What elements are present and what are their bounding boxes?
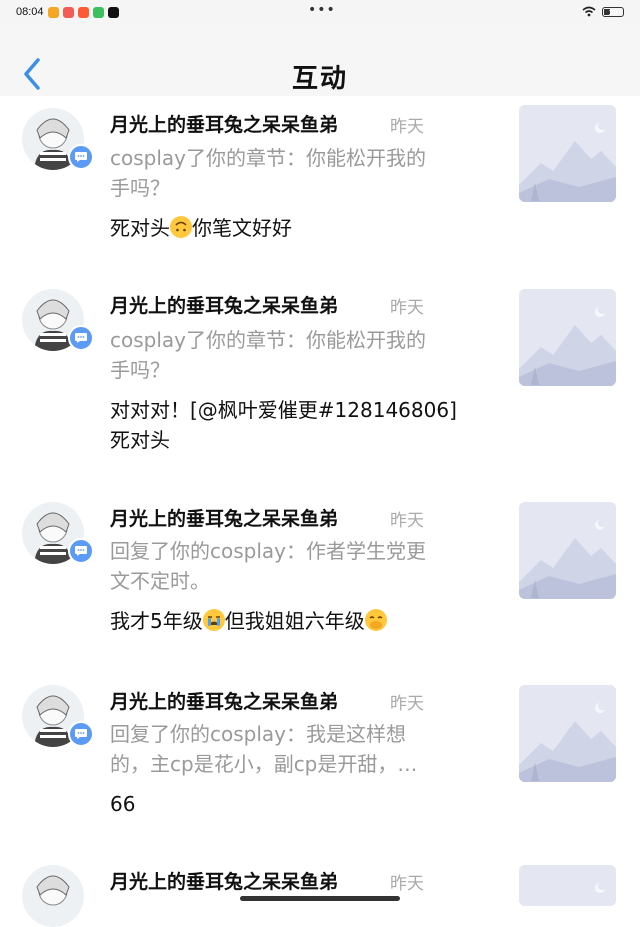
reply-text: 我才5年级 但我姐姐六年级 (110, 606, 500, 636)
chapter-thumbnail[interactable] (519, 865, 616, 906)
app-icon-2 (63, 7, 74, 18)
landscape-placeholder-icon (519, 289, 616, 386)
reply-segment: 我才5年级 (110, 609, 203, 633)
avatar[interactable] (22, 865, 84, 927)
timestamp: 昨天 (390, 117, 424, 137)
username[interactable]: 月光上的垂耳兔之呆呆鱼弟 (110, 867, 338, 894)
shield-icon (93, 7, 104, 18)
action-line: 的，主cp是花小，副cp是开甜，… (110, 752, 418, 776)
list-item[interactable]: 月光上的垂耳兔之呆呆鱼弟 昨天 (0, 843, 640, 927)
chapter-thumbnail[interactable] (519, 685, 616, 782)
reply-text: 对对对！[@枫叶爱催更#128146806] 死对头 (110, 395, 500, 455)
home-indicator[interactable] (240, 896, 400, 901)
more-dots-icon: ••• (308, 2, 336, 18)
reply-segment: 66 (110, 792, 136, 816)
landscape-placeholder-icon (519, 685, 616, 782)
reply-text: 死对头 你笔文好好 (110, 213, 500, 243)
battery-icon: 30 (602, 6, 624, 17)
comment-bubble-icon (75, 546, 87, 556)
anime-avatar-icon (36, 875, 70, 906)
wifi-icon (582, 6, 596, 17)
timestamp: 昨天 (390, 694, 424, 714)
username[interactable]: 月光上的垂耳兔之呆呆鱼弟 (110, 291, 338, 318)
status-time: 08:04 (16, 6, 44, 18)
action-text: cosplay了你的章节：你能松开我的 手吗？ (110, 143, 490, 203)
chapter-thumbnail[interactable] (519, 105, 616, 202)
action-text: cosplay了你的章节：你能松开我的 手吗？ (110, 325, 490, 385)
reply-text: 66 (110, 789, 500, 819)
timestamp: 昨天 (390, 298, 424, 318)
tiktok-icon (108, 7, 119, 18)
action-line: 回复了你的cosplay：我是这样想 (110, 722, 406, 746)
comment-badge-icon (68, 144, 94, 170)
username[interactable]: 月光上的垂耳兔之呆呆鱼弟 (110, 110, 338, 137)
reply-line: 死对头 (110, 428, 170, 452)
username[interactable]: 月光上的垂耳兔之呆呆鱼弟 (110, 504, 338, 531)
comment-badge-icon (68, 721, 94, 747)
reply-segment: 你笔文好好 (192, 216, 292, 240)
landscape-placeholder-icon (519, 502, 616, 599)
list-item[interactable]: 月光上的垂耳兔之呆呆鱼弟 昨天 cosplay了你的章节：你能松开我的 手吗？ … (0, 96, 640, 268)
upside-down-face-icon (170, 216, 192, 238)
chapter-thumbnail[interactable] (519, 289, 616, 386)
landscape-placeholder-icon (519, 105, 616, 202)
chapter-thumbnail[interactable] (519, 502, 616, 599)
reply-segment: 但我姐姐六年级 (224, 609, 365, 633)
app-icon-3 (78, 7, 89, 18)
comment-bubble-icon (75, 152, 87, 162)
status-right: 30 (582, 6, 624, 17)
status-bar: 08:04 ••• 30 (0, 0, 640, 26)
crying-face-icon (202, 609, 225, 631)
action-text: 回复了你的cosplay：我是这样想 的，主cp是花小，副cp是开甜，… (110, 719, 490, 779)
timestamp: 昨天 (390, 874, 424, 894)
list-item[interactable]: 月光上的垂耳兔之呆呆鱼弟 昨天 回复了你的cosplay：我是这样想 的，主cp… (0, 663, 640, 844)
action-line: 手吗？ (110, 358, 170, 382)
app-icon-1 (48, 7, 59, 18)
action-text: 回复了你的cosplay：作者学生党更 文不定时。 (110, 536, 490, 596)
comment-bubble-icon (75, 333, 87, 343)
list-item[interactable]: 月光上的垂耳兔之呆呆鱼弟 昨天 回复了你的cosplay：作者学生党更 文不定时… (0, 480, 640, 664)
action-line: 回复了你的cosplay：作者学生党更 (110, 539, 426, 563)
page-title: 互动 (291, 64, 348, 94)
username[interactable]: 月光上的垂耳兔之呆呆鱼弟 (110, 687, 338, 714)
comment-badge-icon (68, 325, 94, 351)
comment-badge-icon (68, 538, 94, 564)
action-line: cosplay了你的章节：你能松开我的 (110, 146, 426, 170)
action-line: cosplay了你的章节：你能松开我的 (110, 328, 426, 352)
landscape-placeholder-icon (519, 865, 616, 906)
list-item[interactable]: 月光上的垂耳兔之呆呆鱼弟 昨天 cosplay了你的章节：你能松开我的 手吗？ … (0, 267, 640, 481)
timestamp: 昨天 (390, 511, 424, 531)
reply-line: 对对对！[@枫叶爱催更#128146806] (110, 398, 457, 422)
status-app-icons (48, 7, 119, 18)
hand-over-mouth-face-icon (364, 609, 387, 631)
battery-level: 30 (608, 8, 618, 17)
reply-segment: 死对头 (110, 216, 170, 240)
action-line: 手吗？ (110, 176, 170, 200)
action-line: 文不定时。 (110, 569, 210, 593)
comment-bubble-icon (75, 729, 87, 739)
